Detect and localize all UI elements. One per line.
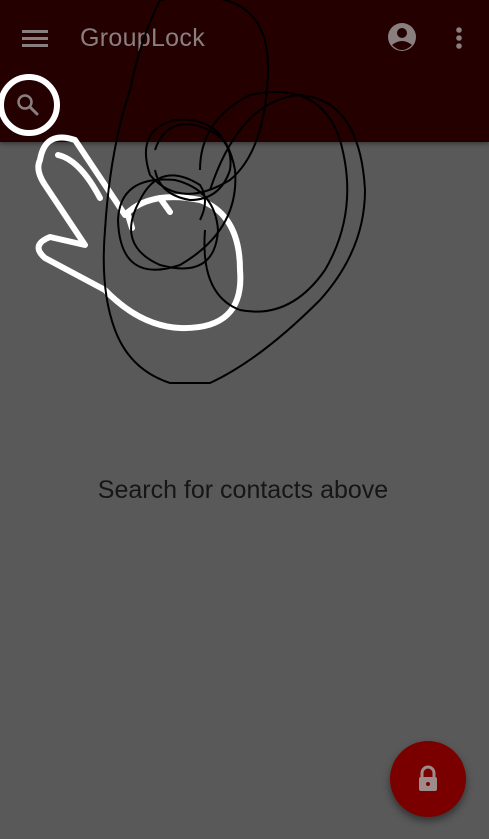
more-options-button[interactable] — [446, 22, 472, 54]
menu-button[interactable] — [14, 20, 54, 58]
tap-hand-icon — [35, 134, 244, 332]
more-vert-icon — [456, 27, 462, 49]
account-circle-icon — [388, 23, 416, 51]
empty-state-message: Search for contacts above — [97, 476, 389, 504]
lock-fab-button[interactable] — [390, 741, 466, 817]
search-button[interactable] — [0, 76, 60, 136]
app-title: GroupLock — [80, 24, 205, 52]
menu-icon — [22, 30, 48, 47]
lock-icon — [419, 765, 437, 791]
account-button[interactable] — [385, 20, 419, 54]
search-icon — [17, 94, 39, 116]
app-bar: GroupLock — [0, 0, 489, 142]
